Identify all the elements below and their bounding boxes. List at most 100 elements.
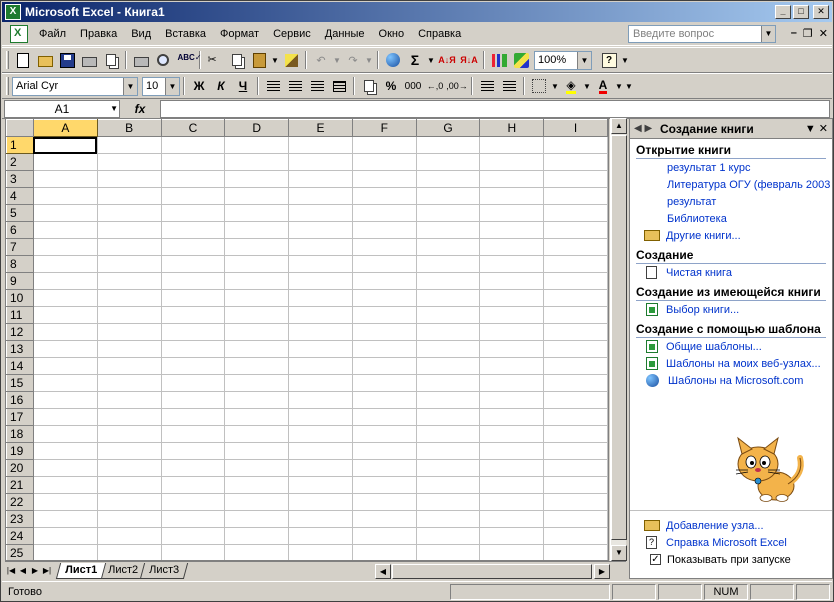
cell[interactable] [351, 442, 417, 460]
blank-workbook-link[interactable]: Чистая книга [630, 264, 832, 281]
cell[interactable] [351, 221, 417, 239]
row-header[interactable]: 14 [6, 357, 34, 375]
cell[interactable] [96, 187, 162, 205]
cell[interactable] [543, 136, 608, 154]
cell[interactable] [351, 289, 417, 307]
ms-templates-link[interactable]: Шаблоны на Microsoft.com [630, 372, 832, 389]
cell[interactable] [96, 136, 162, 154]
row-header[interactable]: 6 [6, 221, 34, 239]
last-sheet-button[interactable]: ▶| [41, 566, 53, 575]
menu-tools[interactable]: Сервис [266, 28, 318, 40]
cell[interactable] [415, 238, 481, 256]
first-sheet-button[interactable]: |◀ [5, 566, 17, 575]
cell[interactable] [351, 340, 417, 358]
row-header[interactable]: 17 [6, 408, 34, 426]
cell[interactable] [160, 391, 226, 409]
column-header[interactable]: B [96, 119, 162, 137]
cell[interactable] [32, 510, 98, 528]
percent-button[interactable]: % [380, 76, 402, 96]
underline-button[interactable]: Ч [232, 76, 254, 96]
cell[interactable] [96, 425, 162, 443]
cell[interactable] [543, 272, 608, 290]
column-header[interactable]: H [479, 119, 545, 137]
cell[interactable] [543, 323, 608, 341]
cell[interactable] [32, 357, 98, 375]
cell[interactable] [32, 289, 98, 307]
cell[interactable] [96, 391, 162, 409]
cell[interactable] [32, 527, 98, 545]
cell[interactable] [160, 170, 226, 188]
more-workbooks-link[interactable]: Другие книги... [630, 227, 832, 244]
toolbar-grip[interactable] [6, 77, 9, 95]
cell[interactable] [288, 544, 353, 560]
row-header[interactable]: 21 [6, 476, 34, 494]
thousands-button[interactable]: 000 [402, 76, 424, 96]
cell[interactable] [160, 425, 226, 443]
cell[interactable] [96, 323, 162, 341]
menu-help[interactable]: Справка [411, 28, 468, 40]
cell[interactable] [32, 170, 98, 188]
row-header[interactable]: 8 [6, 255, 34, 273]
cell[interactable] [415, 204, 481, 222]
cell[interactable] [351, 459, 417, 477]
cell[interactable] [543, 374, 608, 392]
cell[interactable] [479, 493, 545, 511]
name-box[interactable]: A1 ▼ [4, 99, 120, 118]
autosum-dropdown[interactable]: ▼ [426, 50, 436, 70]
cell[interactable] [224, 357, 290, 375]
cell[interactable] [96, 442, 162, 460]
add-network-place-link[interactable]: Добавление узла... [630, 517, 832, 534]
fill-color-dropdown[interactable]: ▼ [582, 76, 592, 96]
cell[interactable] [543, 255, 608, 273]
web-templates-link[interactable]: Шаблоны на моих веб-узлах... [630, 355, 832, 372]
hyperlink-button[interactable] [382, 50, 404, 70]
cell[interactable] [543, 408, 608, 426]
fill-color-button[interactable]: ◈ [560, 76, 582, 96]
cell[interactable] [288, 255, 353, 273]
cell[interactable] [288, 136, 353, 154]
font-dropdown-icon[interactable]: ▼ [123, 77, 137, 95]
row-header[interactable]: 18 [6, 425, 34, 443]
cell[interactable] [479, 442, 545, 460]
cell[interactable] [224, 238, 290, 256]
cell[interactable] [415, 136, 481, 154]
cell[interactable] [479, 425, 545, 443]
cell[interactable] [32, 153, 98, 171]
cell[interactable] [160, 255, 226, 273]
cell[interactable] [160, 493, 226, 511]
cell[interactable] [32, 476, 98, 494]
cell[interactable] [96, 493, 162, 511]
cell[interactable] [479, 153, 545, 171]
merge-center-button[interactable] [328, 76, 350, 96]
cell[interactable] [96, 459, 162, 477]
cell[interactable] [288, 391, 353, 409]
new-button[interactable] [12, 50, 34, 70]
align-center-button[interactable] [284, 76, 306, 96]
help-search-input[interactable]: Введите вопрос ▼ [628, 25, 776, 43]
cell[interactable] [351, 391, 417, 409]
paste-dropdown[interactable]: ▼ [270, 50, 280, 70]
spelling-button[interactable]: ABC✓ [174, 50, 202, 70]
cell[interactable] [96, 340, 162, 358]
menu-insert[interactable]: Вставка [158, 28, 213, 40]
cell[interactable] [224, 323, 290, 341]
increase-decimal-button[interactable]: ←,0 [424, 76, 446, 96]
choose-workbook-link[interactable]: Выбор книги... [630, 301, 832, 318]
cell[interactable] [288, 510, 353, 528]
cell[interactable] [351, 493, 417, 511]
select-all-corner[interactable] [6, 119, 34, 137]
row-header[interactable]: 25 [6, 544, 34, 560]
cell[interactable] [351, 255, 417, 273]
cell[interactable] [415, 442, 481, 460]
show-on-startup-checkbox[interactable]: ✓ [650, 554, 661, 565]
cell[interactable] [479, 323, 545, 341]
cell[interactable] [543, 170, 608, 188]
cell[interactable] [288, 323, 353, 341]
menu-format[interactable]: Формат [213, 28, 266, 40]
cell[interactable] [160, 306, 226, 324]
cell[interactable] [543, 510, 608, 528]
cell[interactable] [288, 221, 353, 239]
cell[interactable] [479, 408, 545, 426]
cell[interactable] [224, 289, 290, 307]
cell[interactable] [288, 357, 353, 375]
